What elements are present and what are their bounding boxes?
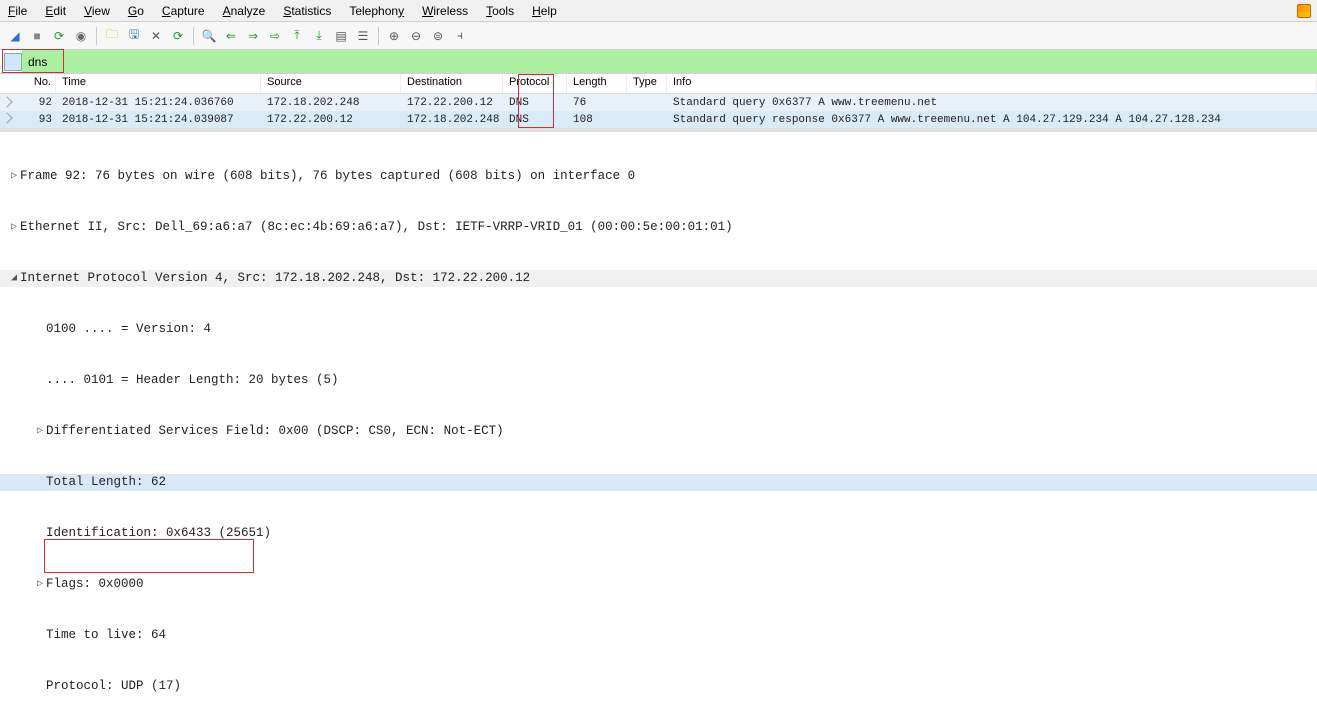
wireshark-logo-icon	[1297, 4, 1311, 18]
packet-row[interactable]: 92 2018-12-31 15:21:24.036760 172.18.202…	[0, 94, 1317, 111]
tree-ip-ds[interactable]: ▷Differentiated Services Field: 0x00 (DS…	[0, 423, 1317, 440]
col-length[interactable]: Length	[567, 74, 627, 93]
packet-list[interactable]: No. Time Source Destination Protocol Len…	[0, 74, 1317, 132]
zoom-in-icon[interactable]: ⊕	[385, 27, 403, 45]
tree-ip-header[interactable]: ◢Internet Protocol Version 4, Src: 172.1…	[0, 270, 1317, 287]
menu-analyze[interactable]: Analyze	[221, 4, 268, 18]
start-capture-icon[interactable]: ◢	[6, 27, 24, 45]
conversation-end-icon	[0, 111, 14, 128]
zoom-out-icon[interactable]: ⊖	[407, 27, 425, 45]
open-file-icon[interactable]: 🗀	[103, 27, 121, 45]
menubar: File Edit View Go Capture Analyze Statis…	[0, 0, 1317, 22]
menu-tools[interactable]: Tools	[484, 4, 516, 18]
cell-info: Standard query response 0x6377 A www.tre…	[667, 112, 1317, 128]
menu-statistics[interactable]: Statistics	[281, 4, 333, 18]
conversation-start-icon	[0, 94, 14, 111]
tree-ip-headerlen[interactable]: .... 0101 = Header Length: 20 bytes (5)	[0, 372, 1317, 389]
cell-destination: 172.22.200.12	[401, 95, 503, 111]
cell-time: 2018-12-31 15:21:24.036760	[56, 95, 261, 111]
menu-telephony[interactable]: Telephony	[347, 4, 406, 18]
filter-bookmark-icon[interactable]	[4, 53, 22, 71]
expand-icon[interactable]: ▷	[8, 219, 20, 236]
go-first-icon[interactable]: ⤒	[288, 27, 306, 45]
colorize-icon[interactable]: ☰	[354, 27, 372, 45]
auto-scroll-icon[interactable]: ▤	[332, 27, 350, 45]
packet-row[interactable]: 93 2018-12-31 15:21:24.039087 172.22.200…	[0, 111, 1317, 128]
menu-go[interactable]: Go	[126, 4, 146, 18]
expand-icon[interactable]: ▷	[8, 168, 20, 185]
stop-capture-icon[interactable]: ■	[28, 27, 46, 45]
tree-ip-protocol[interactable]: Protocol: UDP (17)	[0, 678, 1317, 695]
col-info[interactable]: Info	[667, 74, 1317, 93]
cell-no: 93	[14, 112, 56, 128]
go-forward-icon[interactable]: ⇒	[244, 27, 262, 45]
go-back-icon[interactable]: ⇐	[222, 27, 240, 45]
col-destination[interactable]: Destination	[401, 74, 503, 93]
menu-help[interactable]: Help	[530, 4, 559, 18]
cell-length: 76	[567, 95, 627, 111]
close-file-icon[interactable]: ✕	[147, 27, 165, 45]
col-time[interactable]: Time	[56, 74, 261, 93]
resize-columns-icon[interactable]: ⫞	[451, 27, 469, 45]
find-icon[interactable]: 🔍	[200, 27, 218, 45]
tree-ip-flags[interactable]: ▷Flags: 0x0000	[0, 576, 1317, 593]
save-file-icon[interactable]: 🖫	[125, 27, 143, 45]
tree-frame[interactable]: ▷Frame 92: 76 bytes on wire (608 bits), …	[0, 168, 1317, 185]
col-type[interactable]: Type	[627, 74, 667, 93]
tree-ip-ttl[interactable]: Time to live: 64	[0, 627, 1317, 644]
cell-length: 108	[567, 112, 627, 128]
cell-source: 172.22.200.12	[261, 112, 401, 128]
capture-options-icon[interactable]: ◉	[72, 27, 90, 45]
menu-capture[interactable]: Capture	[160, 4, 207, 18]
menu-view[interactable]: View	[82, 4, 112, 18]
menu-wireless[interactable]: Wireless	[420, 4, 470, 18]
packet-list-header[interactable]: No. Time Source Destination Protocol Len…	[0, 74, 1317, 94]
cell-info: Standard query 0x6377 A www.treemenu.net	[667, 95, 1317, 111]
cell-type	[627, 101, 667, 105]
packet-details[interactable]: ▷Frame 92: 76 bytes on wire (608 bits), …	[0, 132, 1317, 709]
display-filter-input[interactable]	[22, 50, 1317, 73]
reload-icon[interactable]: ⟳	[169, 27, 187, 45]
col-source[interactable]: Source	[261, 74, 401, 93]
toolbar: ◢ ■ ⟳ ◉ 🗀 🖫 ✕ ⟳ 🔍 ⇐ ⇒ ⇨ ⤒ ⤓ ▤ ☰ ⊕ ⊖ ⊜ ⫞	[0, 22, 1317, 50]
expand-icon[interactable]: ▷	[34, 423, 46, 440]
cell-protocol: DNS	[503, 112, 567, 128]
tree-ethernet[interactable]: ▷Ethernet II, Src: Dell_69:a6:a7 (8c:ec:…	[0, 219, 1317, 236]
cell-type	[627, 118, 667, 122]
col-no[interactable]: No.	[0, 74, 56, 93]
go-last-icon[interactable]: ⤓	[310, 27, 328, 45]
tree-ip-ident[interactable]: Identification: 0x6433 (25651)	[0, 525, 1317, 542]
expand-icon[interactable]: ▷	[34, 576, 46, 593]
cell-source: 172.18.202.248	[261, 95, 401, 111]
display-filter-bar	[0, 50, 1317, 74]
menu-edit[interactable]: Edit	[43, 4, 68, 18]
tree-ip-version[interactable]: 0100 .... = Version: 4	[0, 321, 1317, 338]
cell-no: 92	[14, 95, 56, 111]
tree-ip-totallength[interactable]: Total Length: 62	[0, 474, 1317, 491]
cell-protocol: DNS	[503, 95, 567, 111]
zoom-reset-icon[interactable]: ⊜	[429, 27, 447, 45]
go-to-packet-icon[interactable]: ⇨	[266, 27, 284, 45]
cell-destination: 172.18.202.248	[401, 112, 503, 128]
menu-file[interactable]: File	[6, 4, 29, 18]
collapse-icon[interactable]: ◢	[8, 270, 20, 287]
col-protocol[interactable]: Protocol	[503, 74, 567, 93]
cell-time: 2018-12-31 15:21:24.039087	[56, 112, 261, 128]
restart-capture-icon[interactable]: ⟳	[50, 27, 68, 45]
